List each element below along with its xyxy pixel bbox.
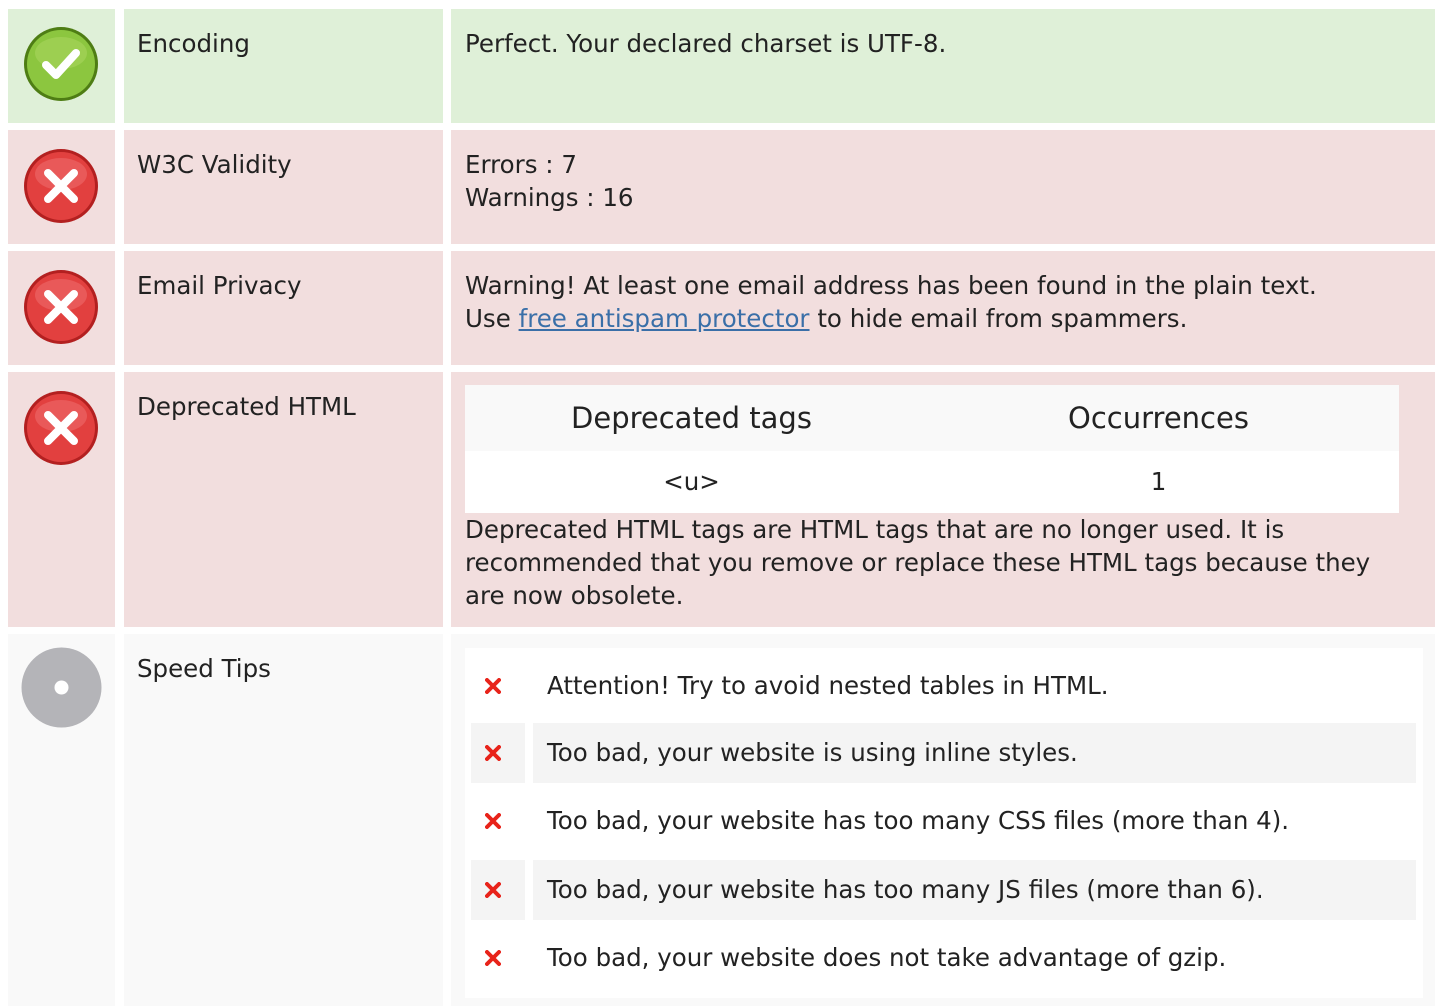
status-cell (8, 130, 115, 244)
content-cell: Errors : 7 Warnings : 16 (451, 130, 1435, 244)
x-mark-icon (485, 950, 501, 966)
label-cell: Deprecated HTML (124, 372, 443, 627)
advice-prefix: Use (465, 304, 511, 333)
status-cell (8, 9, 115, 123)
content-cell: Warning! At least one email address has … (451, 251, 1435, 365)
x-circle-icon (22, 389, 100, 471)
label-cell: Encoding (124, 9, 443, 123)
neutral-circle-icon (21, 647, 102, 732)
errors-count: Errors : 7 (465, 150, 577, 179)
warnings-count: Warnings : 16 (465, 183, 634, 212)
status-cell (8, 372, 115, 627)
x-mark-icon (485, 813, 501, 829)
column-header-occurrences: Occurrences (1068, 401, 1249, 435)
tip-status-cell (471, 723, 525, 783)
table-row: <u> 1 (465, 451, 1399, 513)
tip-text: Attention! Try to avoid nested tables in… (547, 671, 1109, 700)
tip-text: Too bad, your website has too many JS fi… (533, 860, 1416, 920)
row-label: Encoding (137, 29, 250, 58)
content-cell: Attention! Try to avoid nested tables in… (451, 634, 1435, 1006)
label-cell: W3C Validity (124, 130, 443, 244)
x-circle-icon (22, 147, 100, 229)
row-speed-tips: Speed Tips Attention! Try to avoid neste… (0, 634, 1435, 1006)
email-warning-line: Warning! At least one email address has … (465, 271, 1317, 300)
cell-tag: <u> (663, 467, 720, 496)
list-item: Too bad, your website is using inline st… (471, 723, 1416, 783)
x-circle-icon (22, 268, 100, 350)
row-email-privacy: Email Privacy Warning! At least one emai… (0, 251, 1435, 365)
x-mark-icon (485, 745, 501, 761)
tip-status-cell (471, 928, 525, 988)
list-item: Too bad, your website has too many CSS f… (471, 791, 1416, 851)
deprecated-note: Deprecated HTML tags are HTML tags that … (465, 515, 1371, 610)
speed-tips-list: Attention! Try to avoid nested tables in… (465, 648, 1423, 998)
label-cell: Speed Tips (124, 634, 443, 1006)
tip-text: Too bad, your website does not take adva… (547, 943, 1227, 972)
tip-text: Too bad, your website is using inline st… (533, 723, 1416, 783)
row-w3c-validity: W3C Validity Errors : 7 Warnings : 16 (0, 130, 1435, 244)
email-warning: Warning! At least one email address has … (465, 269, 1411, 335)
tip-status-cell (471, 656, 525, 716)
tip-status-cell (471, 791, 525, 851)
table-header: Deprecated tags Occurrences (465, 385, 1399, 451)
label-cell: Email Privacy (124, 251, 443, 365)
row-encoding: Encoding Perfect. Your declared charset … (0, 9, 1435, 123)
row-label: W3C Validity (137, 150, 292, 179)
check-circle-icon (22, 25, 100, 107)
status-cell (8, 251, 115, 365)
content-cell: Perfect. Your declared charset is UTF-8. (451, 9, 1435, 123)
antispam-link[interactable]: free antispam protector (519, 304, 810, 333)
row-label: Speed Tips (137, 654, 271, 683)
w3c-results: Errors : 7 Warnings : 16 (465, 148, 1411, 214)
x-mark-icon (485, 882, 501, 898)
content-cell: Deprecated tags Occurrences <u> 1 Deprec… (451, 372, 1435, 627)
column-header-tags: Deprecated tags (571, 401, 812, 435)
row-label: Deprecated HTML (137, 392, 356, 421)
email-advice-line: Use free antispam protector to hide emai… (465, 302, 1411, 335)
x-mark-icon (485, 678, 501, 694)
cell-occurrences: 1 (1150, 467, 1167, 496)
list-item: Too bad, your website has too many JS fi… (471, 860, 1416, 920)
tip-text: Too bad, your website has too many CSS f… (547, 806, 1290, 835)
encoding-text: Perfect. Your declared charset is UTF-8. (465, 29, 947, 58)
deprecated-tags-table: Deprecated tags Occurrences <u> 1 (465, 385, 1399, 513)
tip-status-cell (471, 860, 525, 920)
advice-suffix: to hide email from spammers. (817, 304, 1188, 333)
list-item: Too bad, your website does not take adva… (471, 928, 1416, 988)
list-item: Attention! Try to avoid nested tables in… (471, 656, 1416, 716)
row-deprecated-html: Deprecated HTML Deprecated tags Occurren… (0, 372, 1435, 627)
row-label: Email Privacy (137, 271, 302, 300)
status-cell (8, 634, 115, 1006)
